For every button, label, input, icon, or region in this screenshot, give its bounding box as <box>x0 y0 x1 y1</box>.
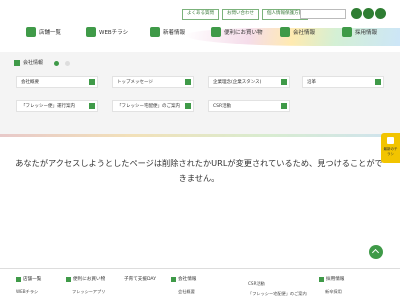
footer-childcare[interactable]: 子育て支援DAY <box>124 276 156 282</box>
utility-links: よくある質問 お問い合わせ 個人情報保護方針 <box>182 9 308 20</box>
nav-label: 便利にお買い物 <box>224 30 263 36</box>
nav-label: 店舗一覧 <box>39 30 62 36</box>
submenu-item-philosophy[interactable]: 企業理念(企業スタンス) <box>208 76 290 88</box>
footer-shopping[interactable]: 便利にお買い物 <box>66 276 105 282</box>
nav-label: 新着情報 <box>163 30 186 36</box>
nav-label: WEBチラシ <box>99 30 129 36</box>
company-icon <box>280 27 290 37</box>
faq-link[interactable]: よくある質問 <box>182 9 219 20</box>
nav-item-company[interactable]: 会社情報 <box>280 27 315 37</box>
facebook-icon[interactable] <box>375 8 386 19</box>
decorative-stripe <box>0 134 400 137</box>
pager-dot[interactable] <box>65 61 70 66</box>
footer-stores[interactable]: 店舗一覧 <box>16 276 41 282</box>
submenu-item-overview[interactable]: 会社概要 <box>16 76 98 88</box>
footer-overview[interactable]: 会社概要 <box>178 289 195 295</box>
footer-new-grad[interactable]: 新卒採用 <box>325 289 342 295</box>
submenu-item-history[interactable]: 沿革 <box>302 76 384 88</box>
recruit-icon <box>342 27 352 37</box>
nav-item-recruit[interactable]: 採用情報 <box>342 27 377 37</box>
submenu-item-message[interactable]: トップメッセージ <box>112 76 194 88</box>
company-submenu: 会社情報 会社概要 トップメッセージ 企業理念(企業スタンス) 沿革 「フレッシ… <box>0 52 400 134</box>
flyer-icon <box>387 137 394 144</box>
submenu-title: 会社情報 <box>14 59 43 66</box>
arrow-icon <box>281 103 287 109</box>
nav-item-stores[interactable]: 店舗一覧 <box>26 27 61 37</box>
cart-icon <box>211 27 221 37</box>
footer-delivery[interactable]: 「フレッシー宅配便」のご案内 <box>248 291 307 297</box>
square-icon <box>171 276 176 282</box>
footer-recruit[interactable]: 採用情報 <box>319 276 344 282</box>
flyer-icon <box>86 27 96 37</box>
instagram-icon[interactable] <box>351 8 362 19</box>
arrow-icon <box>89 103 95 109</box>
store-icon <box>26 27 36 37</box>
error-message: あなたがアクセスしようとしたページは削除されたかURLが変更されているため、見つ… <box>15 158 383 183</box>
pager-dot[interactable] <box>54 61 59 66</box>
submenu-pager <box>54 61 70 66</box>
news-icon <box>150 27 160 37</box>
latest-flyer-tab[interactable]: 最新のチラシ <box>381 133 400 163</box>
footer-flyer[interactable]: WEBチラシ <box>16 289 38 295</box>
square-icon <box>16 276 21 282</box>
arrow-icon <box>185 79 191 85</box>
submenu-item-fresh-bin[interactable]: 「フレッシー便」運行案内 <box>16 100 98 112</box>
nav-item-news[interactable]: 新着情報 <box>150 27 185 37</box>
twitter-icon[interactable] <box>363 8 374 19</box>
global-nav: 店舗一覧 WEBチラシ 新着情報 便利にお買い物 会社情報 採用情報 <box>0 24 400 44</box>
footer-app[interactable]: フレッシーアプリ <box>72 289 105 295</box>
search-input[interactable] <box>300 9 346 19</box>
arrow-icon <box>185 103 191 109</box>
submenu-item-csr[interactable]: CSR活動 <box>208 100 290 112</box>
footer-company[interactable]: 会社情報 <box>171 276 196 282</box>
nav-item-flyer[interactable]: WEBチラシ <box>86 27 128 37</box>
arrow-icon <box>89 79 95 85</box>
square-icon <box>14 59 20 66</box>
nav-label: 採用情報 <box>355 30 378 36</box>
top-bar: よくある質問 お問い合わせ 個人情報保護方針 <box>0 0 400 26</box>
footer-divider <box>0 268 400 269</box>
submenu-item-delivery[interactable]: 「フレッシー宅配便」のご案内 <box>112 100 194 112</box>
arrow-icon <box>375 79 381 85</box>
nav-item-shopping[interactable]: 便利にお買い物 <box>211 27 263 37</box>
arrow-icon <box>281 79 287 85</box>
contact-link[interactable]: お問い合わせ <box>222 9 259 20</box>
footer-csr[interactable]: CSR活動 <box>248 281 265 287</box>
page-top-button[interactable] <box>369 245 383 259</box>
square-icon <box>66 276 71 282</box>
nav-label: 会社情報 <box>293 30 316 36</box>
square-icon <box>319 276 324 282</box>
